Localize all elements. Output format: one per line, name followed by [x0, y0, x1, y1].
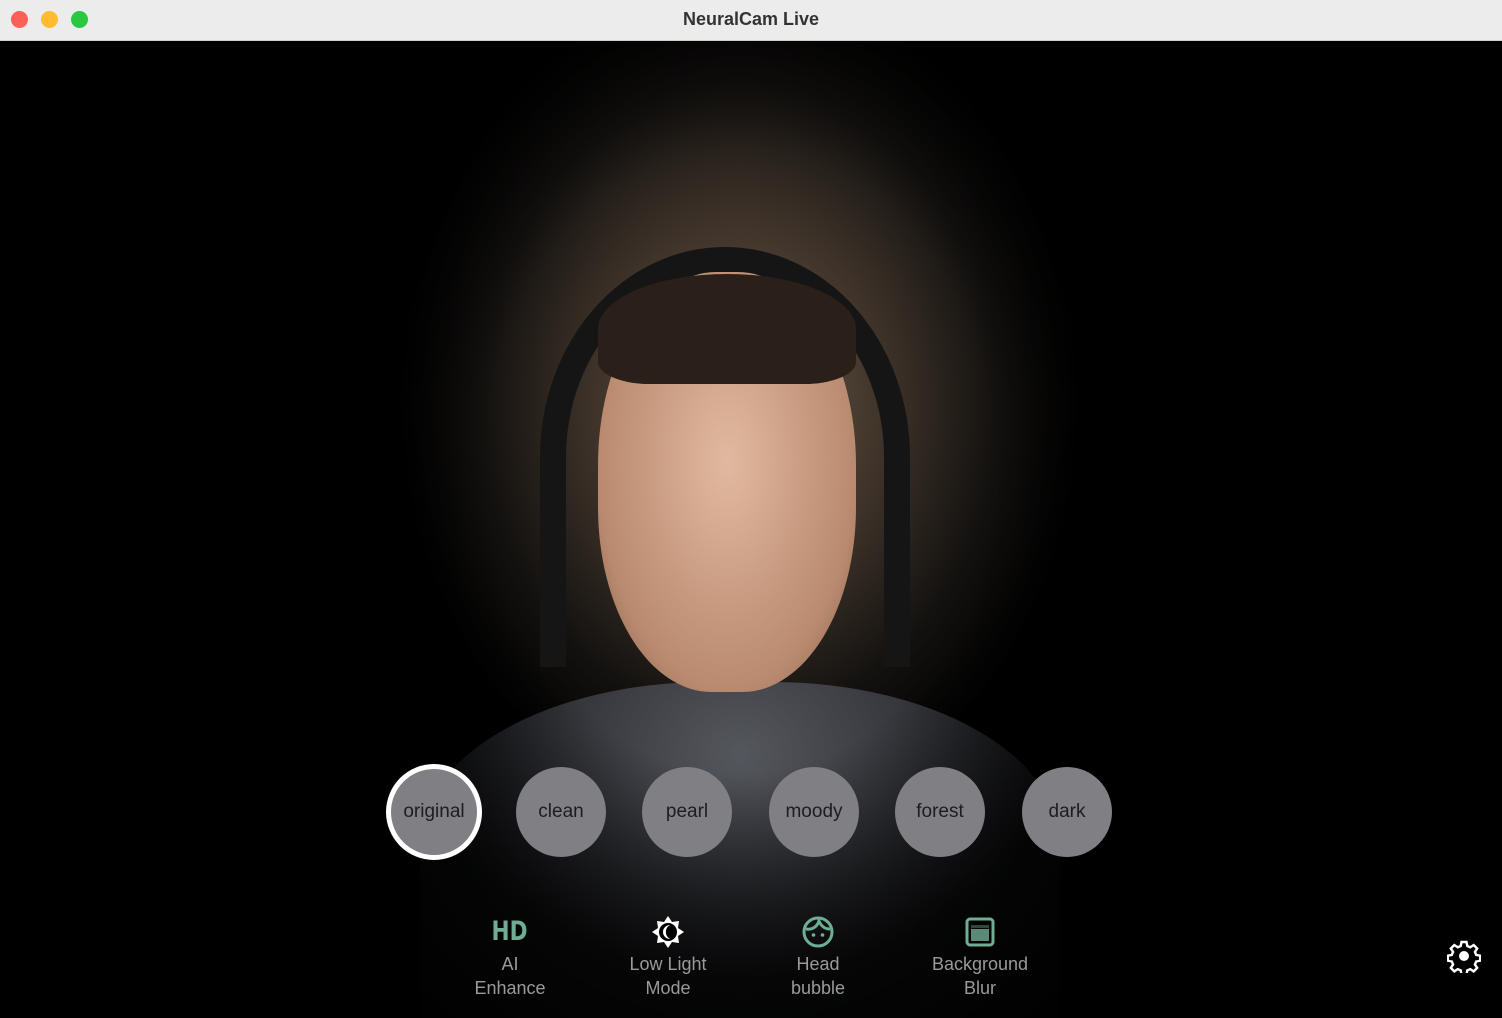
ai-enhance-button[interactable]: HD AI Enhance	[440, 912, 580, 1000]
head-bubble-button[interactable]: Head bubble	[748, 912, 888, 1000]
low-light-mode-button[interactable]: Low Light Mode	[598, 912, 738, 1000]
filter-pearl[interactable]: pearl	[642, 767, 732, 857]
settings-gear-icon[interactable]	[1447, 939, 1481, 973]
filter-original[interactable]: original	[386, 764, 482, 860]
camera-preview	[0, 42, 1502, 1018]
filter-dark[interactable]: dark	[1022, 767, 1112, 857]
face-icon	[802, 916, 834, 948]
low-light-moon-icon	[652, 916, 684, 948]
window-title: NeuralCam Live	[682, 9, 820, 29]
hd-icon: HD	[491, 916, 528, 947]
background-blur-icon	[965, 917, 995, 947]
title-bar: NeuralCam Live	[0, 0, 1502, 41]
filter-clean[interactable]: clean	[516, 767, 606, 857]
filter-moody[interactable]: moody	[769, 767, 859, 857]
background-blur-button[interactable]: Background Blur	[910, 912, 1050, 1000]
filter-forest[interactable]: forest	[895, 767, 985, 857]
